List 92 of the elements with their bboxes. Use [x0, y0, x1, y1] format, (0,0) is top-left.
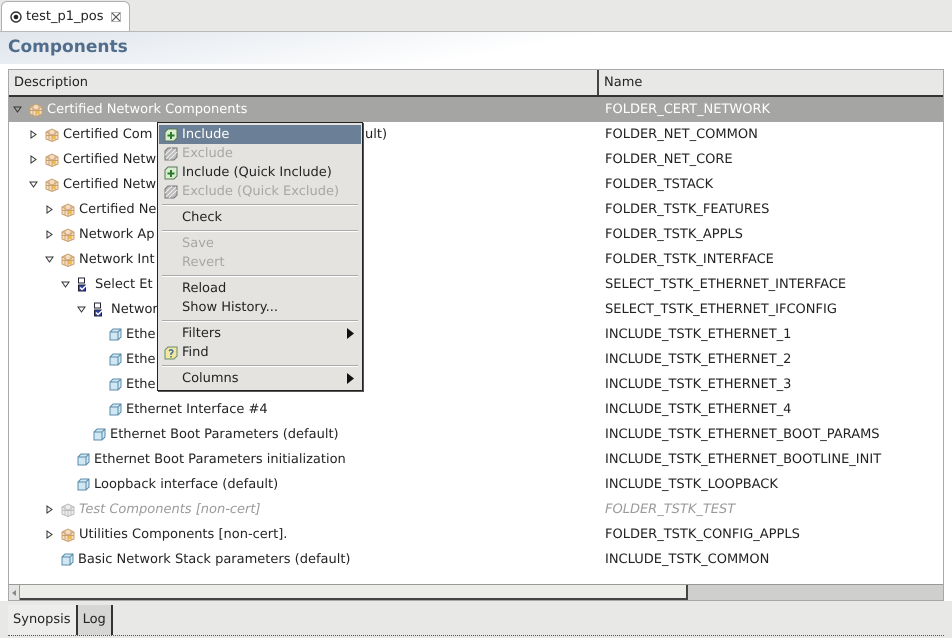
name-text: FOLDER_TSTK_FEATURES — [605, 202, 770, 216]
expand-arrow-icon[interactable] — [45, 530, 54, 539]
name-text: SELECT_TSTK_ETHERNET_IFCONFIG — [605, 302, 837, 316]
description-text: ult) — [365, 128, 388, 142]
name-text: INCLUDE_TSTK_LOOPBACK — [605, 478, 778, 492]
expand-arrow-icon[interactable] — [29, 130, 38, 139]
left-arrow-icon — [12, 590, 16, 596]
name-text: INCLUDE_TSTK_ETHERNET_BOOTLINE_INIT — [605, 452, 882, 466]
name-text: FOLDER_TSTK_TEST — [605, 502, 736, 516]
description-text: Ethernet Boot Parameters (default) — [110, 428, 339, 442]
column-header[interactable]: Description — [9, 70, 599, 95]
package-icon — [61, 502, 75, 516]
cube-icon — [109, 378, 122, 391]
collapse-arrow-icon[interactable] — [13, 105, 22, 114]
plus-cube-icon — [164, 128, 178, 142]
expand-arrow-icon[interactable] — [45, 205, 54, 214]
name-text: SELECT_TSTK_ETHERNET_INTERFACE — [605, 278, 846, 292]
menu-item[interactable]: Columns — [159, 369, 361, 388]
cube-icon — [77, 478, 90, 491]
cube-icon — [61, 553, 74, 566]
menu-item[interactable]: Check — [159, 208, 361, 227]
description-text: Ethernet Interface #4 — [126, 402, 268, 416]
scroll-left-button[interactable] — [9, 585, 20, 600]
name-text: FOLDER_NET_COMMON — [605, 128, 758, 142]
package-icon — [45, 128, 59, 142]
description-text: Loopback interface (default) — [94, 478, 278, 492]
bottom-tab[interactable]: Log — [78, 605, 113, 635]
package-icon — [45, 178, 59, 192]
name-text: FOLDER_TSTACK — [605, 178, 714, 192]
hatched-cube-icon — [164, 146, 178, 160]
name-text: INCLUDE_TSTK_ETHERNET_2 — [605, 352, 792, 366]
description-text: Ethe — [126, 378, 156, 392]
cube-icon — [109, 353, 122, 366]
bottom-tab[interactable]: Synopsis — [8, 605, 78, 635]
target-icon — [10, 10, 22, 22]
name-text: INCLUDE_TSTK_ETHERNET_4 — [605, 402, 792, 416]
menu-item[interactable]: Include — [159, 125, 361, 144]
cube-icon — [77, 453, 90, 466]
description-text: Certified Ne — [79, 202, 156, 216]
package-icon — [61, 228, 75, 242]
description-text: Ethe — [126, 328, 156, 342]
description-text: Certified Com — [63, 128, 152, 142]
name-text: FOLDER_TSTK_APPLS — [605, 228, 743, 242]
description-text: Utilities Components [non-cert]. — [79, 528, 288, 542]
question-cube-icon — [164, 346, 178, 360]
description-text: Certified Network Components — [47, 102, 248, 116]
cube-icon — [109, 403, 122, 416]
menu-item[interactable]: Show History... — [159, 298, 361, 317]
description-text: Certified Netw — [63, 152, 156, 166]
expand-arrow-icon[interactable] — [45, 230, 54, 239]
collapse-arrow-icon[interactable] — [29, 180, 38, 189]
name-text: INCLUDE_TSTK_ETHERNET_BOOT_PARAMS — [605, 428, 880, 442]
hatched-cube-icon — [164, 184, 178, 198]
cube-icon — [109, 328, 122, 341]
description-text: Ethernet Boot Parameters initialization — [94, 452, 346, 466]
cube-icon — [93, 428, 106, 441]
name-text: FOLDER_NET_CORE — [605, 152, 733, 166]
menu-item[interactable]: Include (Quick Include) — [159, 163, 361, 182]
package-icon — [45, 152, 59, 166]
package-icon — [61, 252, 75, 266]
section-title: Components — [8, 36, 128, 60]
collapse-arrow-icon[interactable] — [77, 305, 86, 314]
collapse-arrow-icon[interactable] — [61, 280, 70, 289]
package-icon — [61, 202, 75, 216]
description-text: Ethe — [126, 352, 156, 366]
close-icon[interactable] — [111, 12, 122, 22]
tab-title: test_p1_pos — [26, 8, 104, 26]
name-text: INCLUDE_TSTK_ETHERNET_3 — [605, 378, 792, 392]
name-text: FOLDER_TSTK_CONFIG_APPLS — [605, 528, 800, 542]
menu-item[interactable]: Filters — [159, 324, 361, 343]
description-text: Certified Netw — [63, 178, 156, 192]
menu-item[interactable]: Reload — [159, 279, 361, 298]
name-text: FOLDER_CERT_NETWORK — [605, 102, 770, 116]
description-text: Network Int — [79, 252, 155, 266]
package-icon — [29, 102, 43, 116]
description-text: Basic Network Stack parameters (default) — [78, 552, 351, 566]
editor-tab[interactable]: test_p1_pos — [1, 1, 130, 31]
name-text: INCLUDE_TSTK_COMMON — [605, 552, 770, 566]
column-header[interactable]: Name — [599, 70, 943, 95]
package-icon — [61, 528, 75, 542]
submenu-arrow-icon — [347, 373, 354, 384]
collapse-arrow-icon[interactable] — [45, 255, 54, 264]
expand-arrow-icon[interactable] — [29, 155, 38, 164]
description-text: Test Components [non-cert] — [79, 502, 261, 516]
plus-cube-icon — [164, 166, 178, 180]
menu-item[interactable]: Find — [159, 343, 361, 362]
description-text: Networ — [111, 302, 158, 316]
description-text: Network Ap — [79, 228, 155, 242]
description-text: Select Et — [95, 278, 153, 292]
name-text: FOLDER_TSTK_INTERFACE — [605, 252, 774, 266]
submenu-arrow-icon — [347, 328, 354, 339]
name-text: INCLUDE_TSTK_ETHERNET_1 — [605, 328, 792, 342]
